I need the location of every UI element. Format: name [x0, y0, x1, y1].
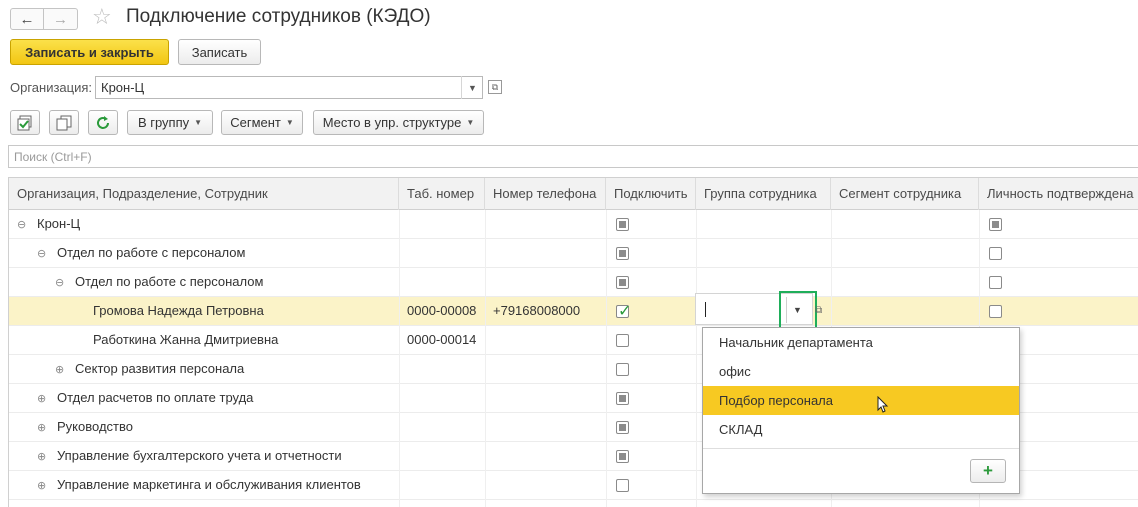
star-icon[interactable]: ☆: [92, 4, 112, 30]
org-field[interactable]: Крон-Ц: [95, 76, 483, 99]
expand-icon[interactable]: ⊕: [37, 385, 51, 413]
org-tree-cell: ⊕ Управление бухгалтерского учета и отчет…: [37, 442, 342, 471]
to-group-button[interactable]: В группу ▼: [127, 110, 213, 135]
forward-button[interactable]: →: [44, 8, 78, 30]
connect-checkbox[interactable]: [616, 247, 629, 260]
tree-item-label: Крон-Ц: [37, 216, 81, 231]
connect-checkbox[interactable]: [616, 421, 629, 434]
tree-item-label: Руководство: [57, 419, 133, 434]
expand-icon[interactable]: ⊕: [37, 472, 51, 500]
tree-item-label: Отдел по работе с персоналом: [57, 245, 246, 260]
open-icon[interactable]: ⧉: [815, 305, 822, 316]
connect-checkbox[interactable]: ✓: [616, 303, 631, 320]
org-tree-cell: ⊕ Руководство: [37, 413, 133, 442]
column-header[interactable]: Организация, Подразделение, Сотрудник: [9, 178, 399, 210]
org-tree-cell: ⊕ Управление маркетинга и обслуживания кл…: [37, 471, 361, 500]
chevron-down-icon: ▼: [466, 118, 475, 127]
identity-confirmed-checkbox[interactable]: [989, 305, 1002, 318]
identity-confirmed-checkbox[interactable]: [989, 218, 1002, 231]
tree-item-label: Работкина Жанна Дмитриевна: [93, 332, 279, 347]
chevron-down-icon: ▼: [285, 118, 294, 127]
dropdown-item[interactable]: Начальник департамента: [703, 328, 1019, 357]
search-input[interactable]: Поиск (Ctrl+F): [8, 145, 1138, 168]
collapse-icon[interactable]: ⊖: [37, 240, 51, 268]
mouse-cursor-icon: [877, 396, 889, 413]
org-tree-cell: ⊖ Отдел по работе с персоналом: [37, 239, 245, 268]
connect-checkbox[interactable]: [616, 218, 629, 231]
table-row[interactable]: ⊖ Отдел по работе с персоналом: [9, 239, 1138, 268]
table-row[interactable]: ⊖ Отдел по работе с персоналом: [9, 268, 1138, 297]
connect-checkbox[interactable]: [616, 450, 629, 463]
chevron-down-icon: ▼: [194, 118, 203, 127]
tree-item-label: Громова Надежда Петровна: [93, 303, 264, 318]
column-header[interactable]: Номер телефона: [485, 178, 606, 210]
save-and-close-button[interactable]: Записать и закрыть: [10, 39, 169, 65]
org-tree-cell: ⊕ Сектор развития персонала: [55, 355, 244, 384]
column-header[interactable]: Личность подтверждена: [979, 178, 1138, 210]
check-all-button[interactable]: [10, 110, 40, 135]
checkmark-icon: ✓: [618, 303, 632, 320]
connect-checkbox[interactable]: [616, 392, 629, 405]
dropdown-item[interactable]: офис: [703, 357, 1019, 386]
save-button[interactable]: Записать: [178, 39, 261, 65]
tree-item-label: Управление бухгалтерского учета и отчетн…: [57, 448, 342, 463]
add-item-button[interactable]: +: [970, 459, 1006, 483]
org-tree-cell: Громова Надежда Петровна: [93, 297, 264, 326]
expand-icon[interactable]: ⊕: [55, 356, 69, 384]
connect-checkbox[interactable]: [616, 479, 629, 492]
identity-confirmed-checkbox[interactable]: [989, 276, 1002, 289]
expand-icon[interactable]: ⊕: [37, 414, 51, 442]
divider: [703, 448, 1019, 449]
back-arrow-icon: ←: [19, 10, 35, 28]
connect-checkbox[interactable]: [616, 334, 629, 347]
structure-place-label: Место в упр. структуре: [322, 115, 462, 130]
table-row[interactable]: ⊖ Крон-Ц: [9, 210, 1138, 239]
column-header[interactable]: Подключить: [606, 178, 696, 210]
collapse-icon[interactable]: ⊖: [17, 211, 31, 239]
column-header[interactable]: Таб. номер: [399, 178, 485, 210]
org-tree-cell: Работкина Жанна Дмитриевна: [93, 326, 278, 355]
tab-number-cell: 0000-00008: [407, 303, 477, 318]
focus-highlight: [779, 291, 817, 329]
group-dropdown: Начальник департамента офис Подбор персо…: [702, 327, 1020, 494]
text-cursor: [705, 302, 706, 317]
tree-item-label: Отдел расчетов по оплате труда: [57, 390, 254, 405]
table-row[interactable]: Громова Надежда Петровна 0000-00008 +79168…: [9, 297, 1138, 326]
connect-checkbox[interactable]: [616, 363, 629, 376]
dropdown-item[interactable]: Подбор персонала: [703, 386, 1019, 415]
collapse-icon[interactable]: ⊖: [55, 269, 69, 297]
segment-label: Сегмент: [230, 115, 281, 130]
plus-icon: +: [983, 461, 993, 480]
phone-cell: +79168008000: [493, 303, 581, 318]
refresh-button[interactable]: [88, 110, 118, 135]
tree-item-label: Управление маркетинга и обслуживания кли…: [57, 477, 361, 492]
column-header[interactable]: Группа сотрудника: [696, 178, 831, 210]
org-label: Организация:: [10, 80, 93, 95]
page-title: Подключение сотрудников (КЭДО): [126, 6, 431, 27]
org-tree-cell: ⊖ Крон-Ц: [17, 210, 80, 239]
open-icon[interactable]: ⧉: [488, 80, 502, 94]
to-group-label: В группу: [137, 115, 190, 130]
structure-place-button[interactable]: Место в упр. структуре ▼: [313, 110, 484, 135]
table-header: Организация, Подразделение, Сотрудник Та…: [9, 178, 1138, 210]
org-tree-cell: ⊕ Отдел расчетов по оплате труда: [37, 384, 253, 413]
chevron-down-icon[interactable]: ▼: [461, 76, 483, 99]
copy-button[interactable]: [49, 110, 79, 135]
refresh-icon: [97, 115, 109, 129]
tree-item-label: Сектор развития персонала: [75, 361, 245, 376]
expand-icon[interactable]: ⊕: [37, 443, 51, 471]
segment-button[interactable]: Сегмент ▼: [221, 110, 303, 135]
column-header[interactable]: Сегмент сотрудника: [831, 178, 979, 210]
tree-item-label: Отдел по работе с персоналом: [75, 274, 264, 289]
tab-number-cell: 0000-00014: [407, 332, 477, 347]
copy-icon: [56, 115, 72, 130]
connect-checkbox[interactable]: [616, 276, 629, 289]
back-button[interactable]: ←: [10, 8, 44, 30]
forward-arrow-icon: →: [53, 10, 68, 28]
check-all-icon: [17, 115, 32, 130]
identity-confirmed-checkbox[interactable]: [989, 247, 1002, 260]
org-tree-cell: ⊖ Отдел по работе с персоналом: [55, 268, 263, 297]
dropdown-item[interactable]: СКЛАД: [703, 415, 1019, 444]
